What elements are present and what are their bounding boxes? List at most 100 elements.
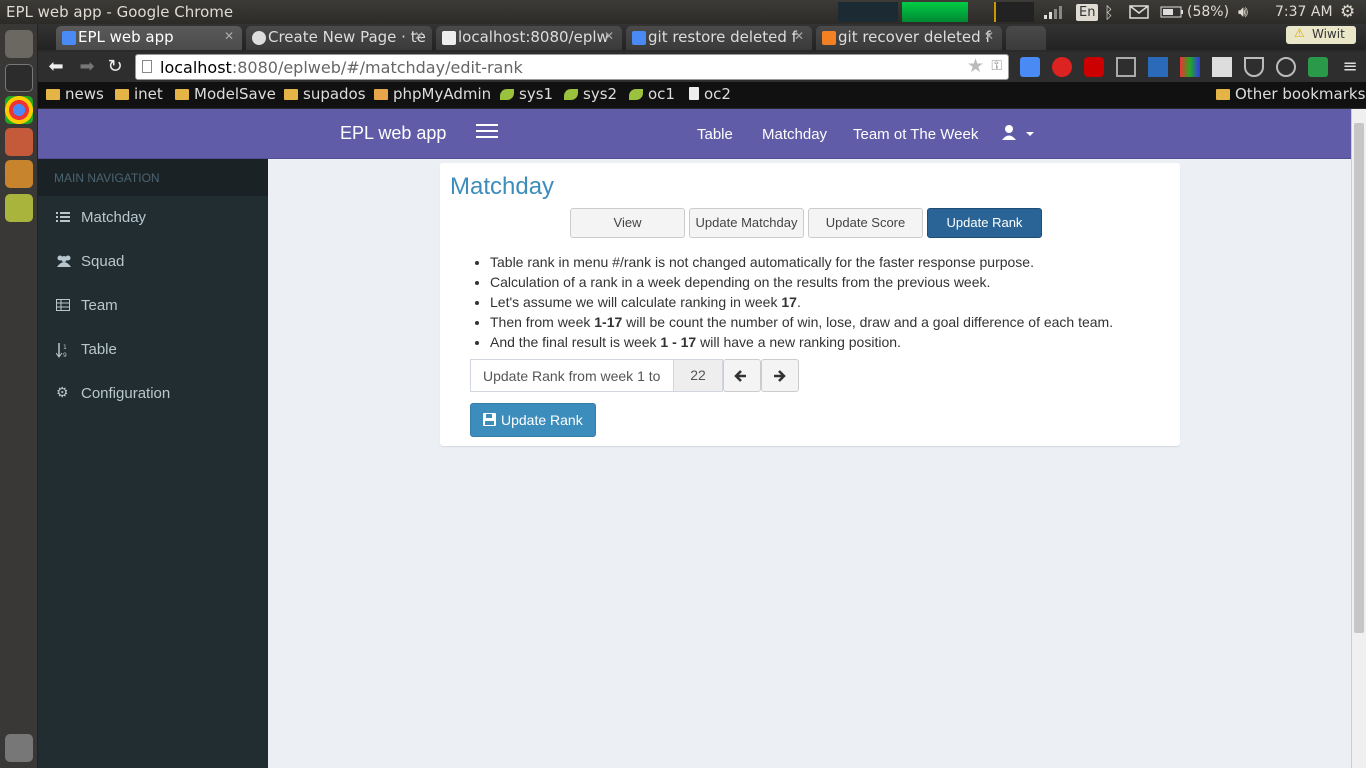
update-rank-button[interactable]: Update Rank: [470, 403, 596, 437]
bookmark-sys2[interactable]: sys2: [564, 85, 617, 103]
other-bookmarks[interactable]: Other bookmarks: [1216, 85, 1365, 103]
sort-numeric-icon: 19: [55, 342, 70, 359]
star-icon[interactable]: ★: [967, 55, 984, 77]
tab-git-recover[interactable]: git recover deleted f ✕: [816, 26, 1002, 50]
page-scrollbar[interactable]: [1351, 109, 1366, 768]
close-icon[interactable]: ✕: [604, 29, 614, 43]
leaf-icon: [629, 89, 643, 100]
tab-label: git restore deleted f: [648, 28, 797, 46]
dash-icon[interactable]: [5, 30, 33, 58]
forward-icon[interactable]: ➡: [76, 56, 98, 78]
next-week-button[interactable]: [761, 359, 799, 392]
scrollbar-thumb[interactable]: [1354, 123, 1364, 633]
clock[interactable]: 7:37 AM: [1275, 0, 1333, 24]
bookmark-label: oc2: [704, 85, 731, 103]
tab-create-new-page[interactable]: Create New Page · te ✕: [246, 26, 432, 50]
tab-epl-web-app[interactable]: EPL web app ✕: [56, 26, 242, 50]
list-item: Let's assume we will calculate ranking i…: [490, 292, 1170, 312]
list-icon: [56, 210, 70, 224]
close-icon[interactable]: ✕: [414, 29, 424, 43]
bookmark-label: oc1: [648, 85, 675, 103]
battery-icon[interactable]: [1160, 0, 1184, 24]
translate-icon[interactable]: [1020, 57, 1040, 77]
save-icon: [483, 413, 496, 426]
sidebar-toggle-icon[interactable]: [476, 124, 498, 142]
shield-icon[interactable]: [1244, 57, 1264, 77]
bookmark-oc1[interactable]: oc1: [629, 85, 675, 103]
terminal-icon[interactable]: [5, 64, 33, 92]
colors-icon[interactable]: [1180, 57, 1200, 77]
browser-toolbar: ⬅ ➡ ↻ localhost:8080/eplweb/#/matchday/e…: [38, 52, 1366, 82]
new-tab-button[interactable]: [1006, 26, 1046, 50]
phpmyadmin-icon: [374, 89, 388, 100]
extension-icon[interactable]: [1116, 57, 1136, 77]
key-icon[interactable]: ⚿: [991, 58, 1002, 74]
sidebar-item-squad[interactable]: Squad: [38, 240, 268, 284]
bookmark-label: phpMyAdmin: [393, 85, 492, 103]
bookmark-news[interactable]: news: [46, 85, 104, 103]
tab-update-matchday[interactable]: Update Matchday: [689, 208, 804, 238]
keyboard-layout-indicator[interactable]: En: [1076, 0, 1099, 24]
close-icon[interactable]: ✕: [984, 29, 994, 43]
sidebar-item-matchday[interactable]: Matchday: [38, 196, 268, 240]
tab-localhost[interactable]: localhost:8080/eplw ✕: [436, 26, 622, 50]
sidebar-item-team[interactable]: Team: [38, 284, 268, 328]
leaf-icon: [500, 89, 514, 100]
week-value[interactable]: 22: [673, 359, 723, 392]
bookmark-modelsave[interactable]: ModelSave: [175, 85, 276, 103]
close-icon[interactable]: ✕: [794, 29, 804, 43]
sidebar-item-label: Configuration: [81, 385, 171, 402]
screen-icon[interactable]: [1148, 57, 1168, 77]
bluetooth-icon[interactable]: ᛒ: [1104, 0, 1114, 24]
power-gear-icon[interactable]: ⚙: [1340, 0, 1355, 24]
brand-logo[interactable]: EPL web app: [340, 123, 446, 144]
tab-view[interactable]: View: [570, 208, 685, 238]
tab-update-score[interactable]: Update Score: [808, 208, 923, 238]
reload-icon[interactable]: ↻: [104, 56, 126, 78]
sublime-icon[interactable]: [5, 160, 33, 188]
nav-team-of-the-week[interactable]: Team ot The Week: [853, 126, 978, 143]
bookmark-sys1[interactable]: sys1: [500, 85, 553, 103]
unity-launcher: [0, 24, 38, 768]
close-icon[interactable]: ✕: [224, 29, 234, 43]
adblock-icon[interactable]: [1084, 57, 1104, 77]
trash-icon[interactable]: [5, 734, 33, 762]
mail-icon[interactable]: [1129, 0, 1149, 24]
files-icon[interactable]: [5, 128, 33, 156]
sidebar: MAIN NAVIGATION Matchday Squad Team 19 T…: [38, 159, 268, 768]
google-g-icon: [632, 31, 646, 45]
menu-icon[interactable]: ≡: [1340, 56, 1360, 77]
back-icon[interactable]: ⬅: [45, 56, 67, 78]
network-icon[interactable]: [1042, 0, 1062, 24]
stepper-label: Update Rank from week 1 to: [470, 359, 674, 392]
warning-icon: ⚠: [1294, 26, 1305, 40]
matchday-box: Matchday View Update Matchday Update Sco…: [440, 163, 1180, 446]
arrow-right-icon: [774, 370, 786, 382]
stop-icon[interactable]: [1052, 57, 1072, 77]
sidebar-item-configuration[interactable]: ⚙ Configuration: [38, 372, 268, 416]
app-icon[interactable]: [5, 194, 33, 222]
cors-icon[interactable]: [1308, 57, 1328, 77]
page-icon: [689, 87, 699, 100]
tab-git-restore[interactable]: git restore deleted f ✕: [626, 26, 812, 50]
user-menu[interactable]: [1001, 124, 1035, 146]
nav-matchday[interactable]: Matchday: [762, 126, 827, 143]
chrome-launcher-icon[interactable]: [5, 96, 33, 124]
bookmark-supados[interactable]: supados: [284, 85, 366, 103]
sidebar-item-table[interactable]: 19 Table: [38, 328, 268, 372]
bookmark-phpmyadmin[interactable]: phpMyAdmin: [374, 85, 491, 103]
address-bar[interactable]: localhost:8080/eplweb/#/matchday/edit-ra…: [135, 54, 1009, 80]
incognito-icon[interactable]: [1212, 57, 1232, 77]
globe-icon[interactable]: [1276, 57, 1296, 77]
folder-icon: [115, 89, 129, 100]
volume-icon[interactable]: 🔊︎: [1238, 0, 1248, 24]
wiwit-extension[interactable]: ⚠ Wiwit: [1286, 26, 1356, 44]
bookmark-label: sys1: [519, 85, 554, 103]
tab-label: Create New Page · te: [268, 28, 426, 46]
nav-table[interactable]: Table: [697, 126, 733, 143]
battery-percent: (58%): [1187, 4, 1230, 20]
prev-week-button[interactable]: [723, 359, 761, 392]
tab-update-rank[interactable]: Update Rank: [927, 208, 1042, 238]
bookmark-inet[interactable]: inet: [115, 85, 163, 103]
bookmark-oc2[interactable]: oc2: [689, 85, 731, 103]
